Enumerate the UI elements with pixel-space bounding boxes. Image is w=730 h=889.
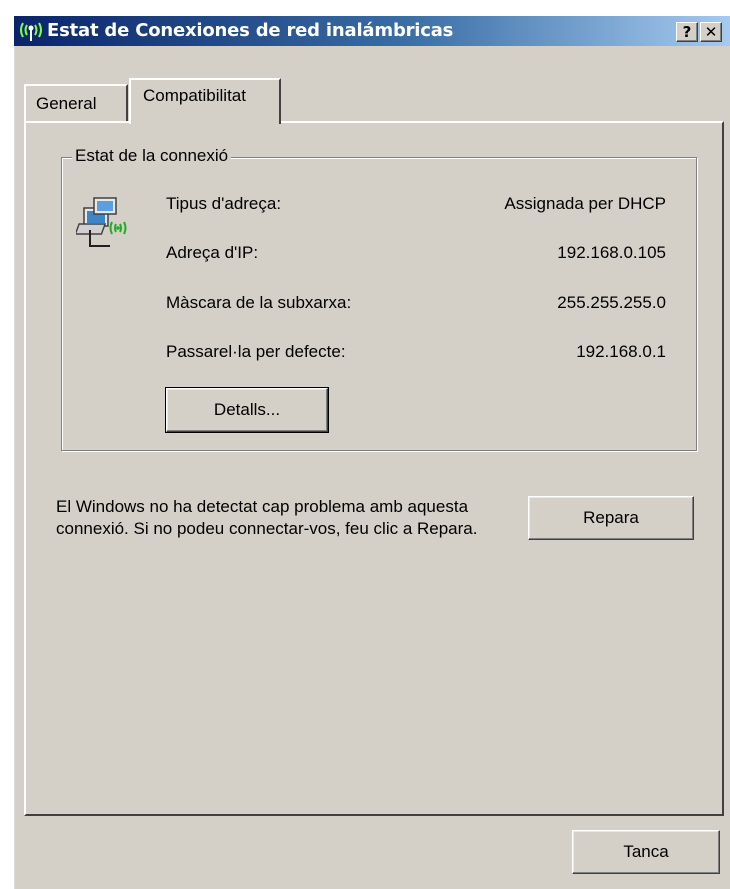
connection-status-group: Estat de la connexió Tipus d'adreça: Ass… [61,146,697,451]
details-button[interactable]: Detalls... [165,387,329,433]
repair-button[interactable]: Repara [528,496,694,540]
wireless-signal-icon [20,22,42,41]
wireless-network-icon [76,197,127,247]
tab-compatibilitat-label: Compatibilitat [143,86,246,105]
ip-address-label: Adreça d'IP: [166,243,259,262]
title-bar[interactable]: Estat de Conexiones de red inalámbricas … [14,16,730,46]
tab-panel: Estat de la connexió Tipus d'adreça: Ass… [24,121,724,816]
address-type-label: Tipus d'adreça: [166,194,282,213]
subnet-mask-label: Màscara de la subxarxa: [166,293,352,312]
ip-address-value: 192.168.0.105 [557,243,666,262]
address-type-value: Assignada per DHCP [504,194,666,213]
default-gateway-value: 192.168.0.1 [576,342,666,361]
window-title: Estat de Conexiones de red inalámbricas [47,20,454,41]
dialog-window: Estat de Conexiones de red inalámbricas … [12,14,730,889]
help-button[interactable]: ? [676,22,698,42]
subnet-mask-value: 255.255.255.0 [557,293,666,312]
default-gateway-label: Passarel·la per defecte: [166,342,346,361]
close-button[interactable]: Tanca [572,830,720,874]
group-label: Estat de la connexió [72,146,232,166]
tab-general[interactable]: General [24,84,128,122]
tab-general-label: General [36,94,97,113]
repair-message: El Windows no ha detectat cap problema a… [56,497,478,538]
close-window-button[interactable]: ✕ [700,22,722,42]
tab-compatibilitat[interactable]: Compatibilitat [129,78,281,124]
